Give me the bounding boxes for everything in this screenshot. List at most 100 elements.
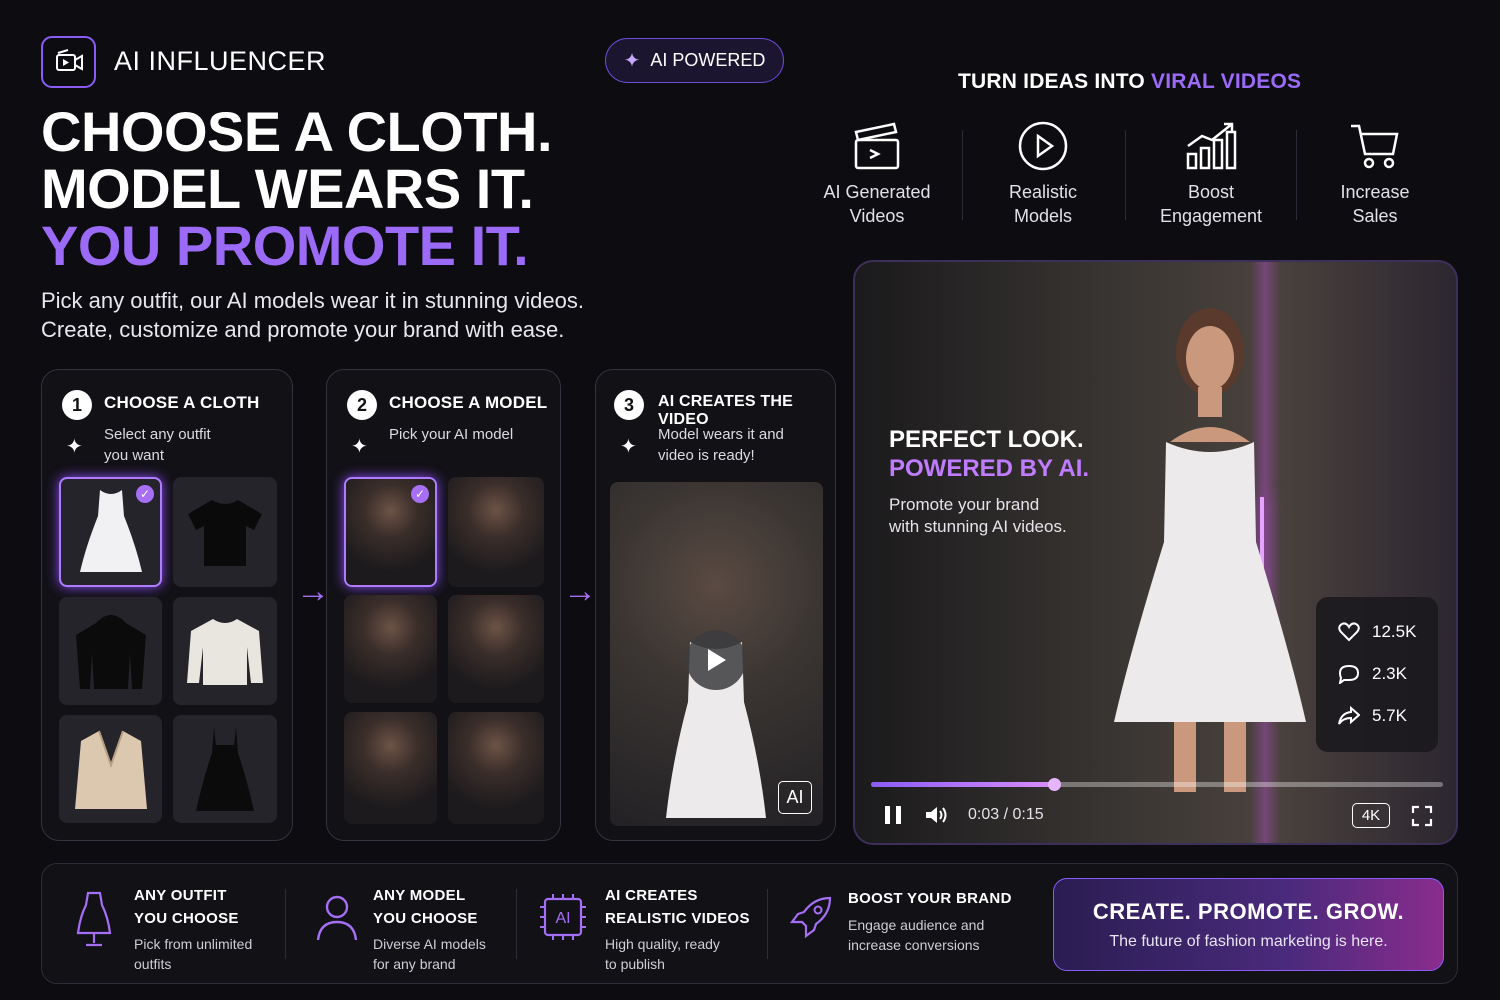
benefit-desc-2: to publish xyxy=(605,956,665,972)
time-display: 0:03 / 0:15 xyxy=(968,806,1044,823)
comment-icon xyxy=(1338,664,1360,684)
model-option-6[interactable] xyxy=(448,712,544,824)
sparkle-icon: ✦ xyxy=(620,436,637,458)
shares-count: 5.7K xyxy=(1372,706,1407,725)
share-icon xyxy=(1338,706,1360,725)
hero-subtitle-2: Create, customize and promote your brand… xyxy=(41,317,565,342)
heart-icon xyxy=(1338,622,1360,642)
hero-line-2: MODEL WEARS IT. xyxy=(41,157,534,220)
video-preview[interactable]: AI xyxy=(610,482,823,826)
step-number: 2 xyxy=(347,390,377,420)
progress-fill xyxy=(871,782,1055,787)
divider xyxy=(1296,130,1297,220)
white-dress-icon xyxy=(79,490,142,572)
cloth-beige-blazer[interactable] xyxy=(59,715,162,823)
feature-increase-sales: Increase Sales xyxy=(1300,120,1450,228)
cloth-white-dress[interactable]: ✓ xyxy=(59,477,162,587)
sparkle-icon: ✦ xyxy=(351,436,368,458)
progress-track[interactable] xyxy=(871,778,1443,791)
ai-badge: AI xyxy=(778,781,812,814)
feature-label-1b: Videos xyxy=(849,206,905,226)
comments-stat[interactable]: 2.3K xyxy=(1316,653,1438,695)
engagement-stats: 12.5K 2.3K 5.7K xyxy=(1316,597,1438,752)
model-portrait xyxy=(344,595,437,703)
model-figure xyxy=(1114,308,1306,792)
model-option-1[interactable]: ✓ xyxy=(344,477,437,587)
likes-stat[interactable]: 12.5K xyxy=(1316,611,1438,653)
step-desc: Pick your AI model xyxy=(389,424,513,445)
rocket-icon xyxy=(789,896,832,939)
play-button[interactable] xyxy=(686,630,746,690)
sparkle-icon: ✦ xyxy=(66,436,83,458)
step-number: 1 xyxy=(62,390,92,420)
benefit-title-2: YOU CHOOSE xyxy=(134,910,239,927)
progress-handle[interactable] xyxy=(1048,778,1062,791)
feature-label-4a: Increase xyxy=(1340,182,1410,202)
benefit-desc-2: increase conversions xyxy=(848,937,980,953)
feature-realistic-models: Realistic Models xyxy=(968,120,1118,228)
step-title: CHOOSE A MODEL xyxy=(389,393,548,412)
feature-label-3b: Engagement xyxy=(1159,206,1263,226)
step-card-cloth: 1 CHOOSE A CLOTH ✦ Select any outfit you … xyxy=(41,369,293,841)
cart-icon xyxy=(1300,120,1450,180)
video-description: Promote your brand with stunning AI vide… xyxy=(889,494,1067,538)
black-hoodie-icon xyxy=(75,615,146,689)
feature-label-2a: Realistic xyxy=(1008,182,1078,202)
video-headline: PERFECT LOOK. POWERED BY AI. xyxy=(889,425,1089,483)
benefit-desc-2: for any brand xyxy=(373,956,456,972)
cloth-white-sweater[interactable] xyxy=(173,597,277,705)
quality-button[interactable]: 4K xyxy=(1352,803,1390,828)
divider xyxy=(285,889,286,959)
model-portrait xyxy=(448,477,544,587)
divider xyxy=(516,889,517,959)
step-desc-2: you want xyxy=(104,447,165,464)
check-icon: ✓ xyxy=(136,485,154,503)
shares-stat[interactable]: 5.7K xyxy=(1316,695,1438,737)
badge-label: AI POWERED xyxy=(650,50,766,70)
model-option-4[interactable] xyxy=(448,595,544,703)
benefit-title-2: REALISTIC VIDEOS xyxy=(605,910,750,927)
step-card-video: 3 AI CREATES THE VIDEO ✦ Model wears it … xyxy=(595,369,836,841)
cta-subtitle: The future of fashion marketing is here. xyxy=(1109,933,1388,950)
hero-line-3: YOU PROMOTE IT. xyxy=(41,214,529,277)
cta-button[interactable]: CREATE. PROMOTE. GROW. The future of fas… xyxy=(1053,878,1444,971)
model-option-2[interactable] xyxy=(448,477,544,587)
benefit-title-1: ANY OUTFIT xyxy=(134,887,227,904)
logo-icon xyxy=(41,36,96,88)
model-option-5[interactable] xyxy=(344,712,437,824)
benefit-title: ANY OUTFIT YOU CHOOSE xyxy=(134,884,239,930)
viral-title-a: TURN IDEAS INTO xyxy=(958,70,1151,93)
step-title: CHOOSE A CLOTH xyxy=(104,393,260,412)
benefit-title: ANY MODEL YOU CHOOSE xyxy=(373,884,478,930)
model-option-3[interactable] xyxy=(344,595,437,703)
comments-count: 2.3K xyxy=(1372,664,1407,683)
step-desc-2: video is ready! xyxy=(658,447,755,464)
video-player[interactable]: PERFECT LOOK. POWERED BY AI. Promote you… xyxy=(853,260,1458,845)
cloth-black-tshirt[interactable] xyxy=(173,477,277,587)
pause-button[interactable] xyxy=(883,805,903,830)
arrow-right-icon: → xyxy=(296,572,330,610)
cloth-black-dress[interactable] xyxy=(173,715,277,823)
check-icon: ✓ xyxy=(411,485,429,503)
feature-label-4b: Sales xyxy=(1352,206,1398,226)
viral-title-b: VIRAL VIDEOS xyxy=(1151,70,1302,93)
white-sweater-icon xyxy=(187,619,263,685)
cloth-black-hoodie[interactable] xyxy=(59,597,162,705)
step-desc-1: Select any outfit xyxy=(104,426,211,443)
likes-count: 12.5K xyxy=(1372,622,1417,641)
volume-button[interactable] xyxy=(925,805,949,830)
benefit-title-1: BOOST YOUR BRAND xyxy=(848,890,1012,907)
hero-subtitle-1: Pick any outfit, our AI models wear it i… xyxy=(41,288,584,313)
benefit-title-1: AI CREATES xyxy=(605,887,698,904)
divider xyxy=(767,889,768,959)
chart-growth-icon xyxy=(1136,120,1286,180)
person-icon xyxy=(316,895,358,941)
divider xyxy=(962,130,963,220)
hero-line-1: CHOOSE A CLOTH. xyxy=(41,100,553,163)
clapperboard-icon xyxy=(802,120,952,180)
step-card-model: 2 CHOOSE A MODEL ✦ Pick your AI model ✓ xyxy=(326,369,561,841)
benefits-bar: ANY OUTFIT YOU CHOOSE Pick from unlimited… xyxy=(41,863,1458,984)
benefit-desc: Diverse AI models for any brand xyxy=(373,934,486,974)
fullscreen-button[interactable] xyxy=(1411,805,1433,832)
step-desc-1: Pick your AI model xyxy=(389,426,514,443)
